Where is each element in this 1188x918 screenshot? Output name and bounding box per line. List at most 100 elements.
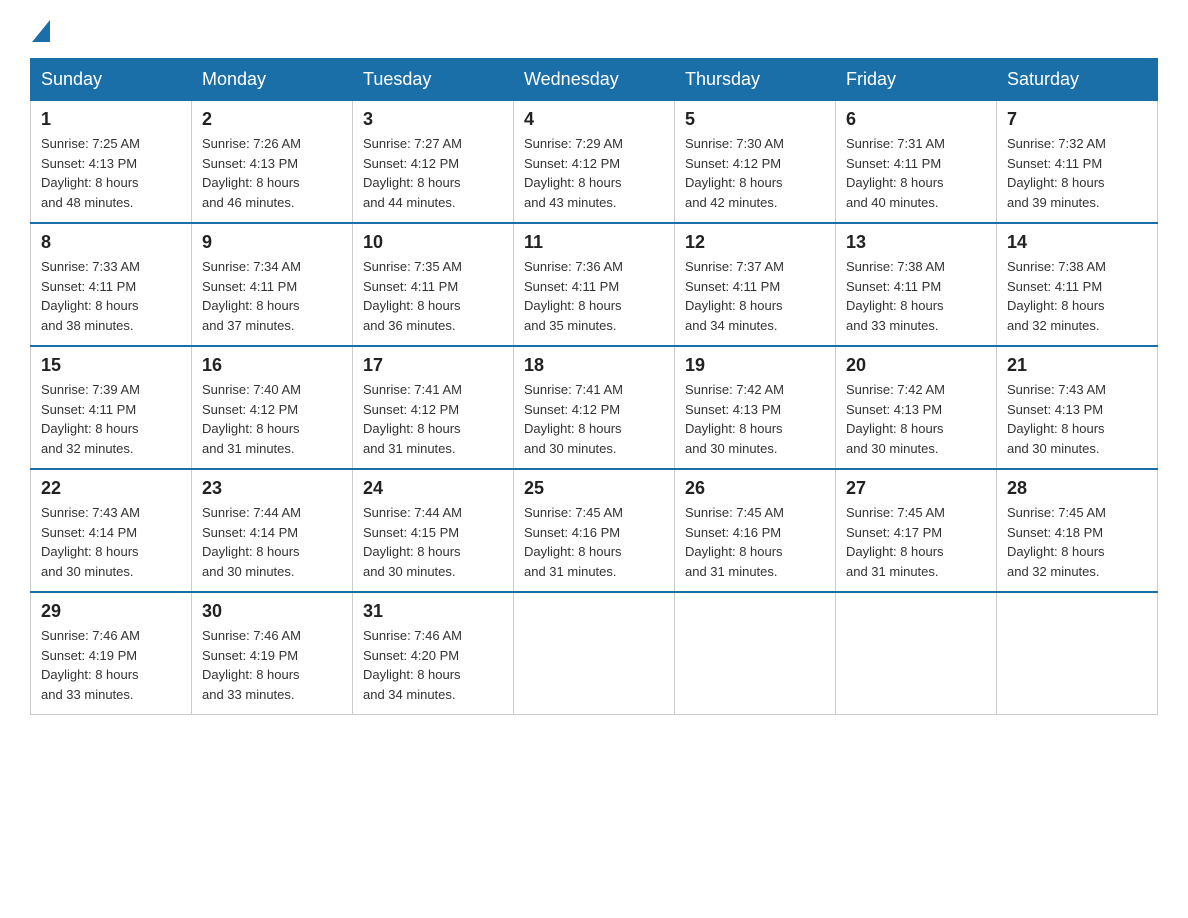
day-number: 9: [202, 232, 342, 253]
day-info: Sunrise: 7:46 AM Sunset: 4:19 PM Dayligh…: [41, 626, 181, 704]
logo-triangle-icon: [32, 20, 50, 42]
day-number: 15: [41, 355, 181, 376]
day-number: 18: [524, 355, 664, 376]
day-info: Sunrise: 7:31 AM Sunset: 4:11 PM Dayligh…: [846, 134, 986, 212]
calendar-day-cell: 8 Sunrise: 7:33 AM Sunset: 4:11 PM Dayli…: [31, 223, 192, 346]
day-number: 16: [202, 355, 342, 376]
weekday-header-tuesday: Tuesday: [353, 59, 514, 101]
weekday-header-thursday: Thursday: [675, 59, 836, 101]
day-number: 14: [1007, 232, 1147, 253]
day-info: Sunrise: 7:38 AM Sunset: 4:11 PM Dayligh…: [846, 257, 986, 335]
calendar-day-cell: 4 Sunrise: 7:29 AM Sunset: 4:12 PM Dayli…: [514, 101, 675, 224]
calendar-day-cell: 19 Sunrise: 7:42 AM Sunset: 4:13 PM Dayl…: [675, 346, 836, 469]
day-number: 12: [685, 232, 825, 253]
day-number: 2: [202, 109, 342, 130]
calendar-week-row: 8 Sunrise: 7:33 AM Sunset: 4:11 PM Dayli…: [31, 223, 1158, 346]
calendar-day-cell: 1 Sunrise: 7:25 AM Sunset: 4:13 PM Dayli…: [31, 101, 192, 224]
calendar-day-cell: 13 Sunrise: 7:38 AM Sunset: 4:11 PM Dayl…: [836, 223, 997, 346]
calendar-week-row: 29 Sunrise: 7:46 AM Sunset: 4:19 PM Dayl…: [31, 592, 1158, 715]
day-number: 6: [846, 109, 986, 130]
day-number: 30: [202, 601, 342, 622]
day-info: Sunrise: 7:43 AM Sunset: 4:13 PM Dayligh…: [1007, 380, 1147, 458]
day-number: 22: [41, 478, 181, 499]
day-info: Sunrise: 7:25 AM Sunset: 4:13 PM Dayligh…: [41, 134, 181, 212]
day-info: Sunrise: 7:32 AM Sunset: 4:11 PM Dayligh…: [1007, 134, 1147, 212]
calendar-day-cell: 18 Sunrise: 7:41 AM Sunset: 4:12 PM Dayl…: [514, 346, 675, 469]
day-number: 29: [41, 601, 181, 622]
day-number: 3: [363, 109, 503, 130]
calendar-day-cell: 2 Sunrise: 7:26 AM Sunset: 4:13 PM Dayli…: [192, 101, 353, 224]
day-info: Sunrise: 7:45 AM Sunset: 4:17 PM Dayligh…: [846, 503, 986, 581]
calendar-table: SundayMondayTuesdayWednesdayThursdayFrid…: [30, 58, 1158, 715]
calendar-day-cell: 11 Sunrise: 7:36 AM Sunset: 4:11 PM Dayl…: [514, 223, 675, 346]
calendar-day-cell: 27 Sunrise: 7:45 AM Sunset: 4:17 PM Dayl…: [836, 469, 997, 592]
calendar-day-cell: 24 Sunrise: 7:44 AM Sunset: 4:15 PM Dayl…: [353, 469, 514, 592]
day-number: 28: [1007, 478, 1147, 499]
day-info: Sunrise: 7:40 AM Sunset: 4:12 PM Dayligh…: [202, 380, 342, 458]
day-number: 4: [524, 109, 664, 130]
day-info: Sunrise: 7:39 AM Sunset: 4:11 PM Dayligh…: [41, 380, 181, 458]
calendar-day-cell: 16 Sunrise: 7:40 AM Sunset: 4:12 PM Dayl…: [192, 346, 353, 469]
calendar-day-cell: 25 Sunrise: 7:45 AM Sunset: 4:16 PM Dayl…: [514, 469, 675, 592]
calendar-day-cell: 23 Sunrise: 7:44 AM Sunset: 4:14 PM Dayl…: [192, 469, 353, 592]
day-info: Sunrise: 7:46 AM Sunset: 4:20 PM Dayligh…: [363, 626, 503, 704]
weekday-header-row: SundayMondayTuesdayWednesdayThursdayFrid…: [31, 59, 1158, 101]
calendar-day-cell: 5 Sunrise: 7:30 AM Sunset: 4:12 PM Dayli…: [675, 101, 836, 224]
day-number: 27: [846, 478, 986, 499]
day-info: Sunrise: 7:30 AM Sunset: 4:12 PM Dayligh…: [685, 134, 825, 212]
day-info: Sunrise: 7:26 AM Sunset: 4:13 PM Dayligh…: [202, 134, 342, 212]
calendar-day-cell: 12 Sunrise: 7:37 AM Sunset: 4:11 PM Dayl…: [675, 223, 836, 346]
day-info: Sunrise: 7:34 AM Sunset: 4:11 PM Dayligh…: [202, 257, 342, 335]
weekday-header-friday: Friday: [836, 59, 997, 101]
calendar-day-cell: [836, 592, 997, 715]
day-number: 17: [363, 355, 503, 376]
calendar-day-cell: 15 Sunrise: 7:39 AM Sunset: 4:11 PM Dayl…: [31, 346, 192, 469]
day-number: 7: [1007, 109, 1147, 130]
calendar-day-cell: 26 Sunrise: 7:45 AM Sunset: 4:16 PM Dayl…: [675, 469, 836, 592]
day-info: Sunrise: 7:36 AM Sunset: 4:11 PM Dayligh…: [524, 257, 664, 335]
day-info: Sunrise: 7:44 AM Sunset: 4:14 PM Dayligh…: [202, 503, 342, 581]
day-number: 1: [41, 109, 181, 130]
day-number: 19: [685, 355, 825, 376]
day-info: Sunrise: 7:41 AM Sunset: 4:12 PM Dayligh…: [524, 380, 664, 458]
calendar-day-cell: 14 Sunrise: 7:38 AM Sunset: 4:11 PM Dayl…: [997, 223, 1158, 346]
weekday-header-saturday: Saturday: [997, 59, 1158, 101]
weekday-header-monday: Monday: [192, 59, 353, 101]
day-number: 24: [363, 478, 503, 499]
day-number: 5: [685, 109, 825, 130]
calendar-day-cell: 31 Sunrise: 7:46 AM Sunset: 4:20 PM Dayl…: [353, 592, 514, 715]
weekday-header-wednesday: Wednesday: [514, 59, 675, 101]
calendar-day-cell: [514, 592, 675, 715]
day-number: 8: [41, 232, 181, 253]
day-info: Sunrise: 7:43 AM Sunset: 4:14 PM Dayligh…: [41, 503, 181, 581]
day-info: Sunrise: 7:29 AM Sunset: 4:12 PM Dayligh…: [524, 134, 664, 212]
calendar-day-cell: 20 Sunrise: 7:42 AM Sunset: 4:13 PM Dayl…: [836, 346, 997, 469]
day-info: Sunrise: 7:42 AM Sunset: 4:13 PM Dayligh…: [685, 380, 825, 458]
day-number: 21: [1007, 355, 1147, 376]
day-number: 31: [363, 601, 503, 622]
day-info: Sunrise: 7:27 AM Sunset: 4:12 PM Dayligh…: [363, 134, 503, 212]
calendar-day-cell: 10 Sunrise: 7:35 AM Sunset: 4:11 PM Dayl…: [353, 223, 514, 346]
day-info: Sunrise: 7:46 AM Sunset: 4:19 PM Dayligh…: [202, 626, 342, 704]
day-number: 26: [685, 478, 825, 499]
weekday-header-sunday: Sunday: [31, 59, 192, 101]
calendar-day-cell: [997, 592, 1158, 715]
calendar-day-cell: 3 Sunrise: 7:27 AM Sunset: 4:12 PM Dayli…: [353, 101, 514, 224]
day-info: Sunrise: 7:33 AM Sunset: 4:11 PM Dayligh…: [41, 257, 181, 335]
calendar-week-row: 15 Sunrise: 7:39 AM Sunset: 4:11 PM Dayl…: [31, 346, 1158, 469]
calendar-day-cell: 17 Sunrise: 7:41 AM Sunset: 4:12 PM Dayl…: [353, 346, 514, 469]
day-info: Sunrise: 7:45 AM Sunset: 4:16 PM Dayligh…: [524, 503, 664, 581]
day-number: 10: [363, 232, 503, 253]
logo: [30, 20, 50, 38]
day-info: Sunrise: 7:35 AM Sunset: 4:11 PM Dayligh…: [363, 257, 503, 335]
calendar-week-row: 22 Sunrise: 7:43 AM Sunset: 4:14 PM Dayl…: [31, 469, 1158, 592]
calendar-day-cell: 9 Sunrise: 7:34 AM Sunset: 4:11 PM Dayli…: [192, 223, 353, 346]
day-info: Sunrise: 7:45 AM Sunset: 4:18 PM Dayligh…: [1007, 503, 1147, 581]
calendar-day-cell: 29 Sunrise: 7:46 AM Sunset: 4:19 PM Dayl…: [31, 592, 192, 715]
day-info: Sunrise: 7:44 AM Sunset: 4:15 PM Dayligh…: [363, 503, 503, 581]
calendar-day-cell: 21 Sunrise: 7:43 AM Sunset: 4:13 PM Dayl…: [997, 346, 1158, 469]
day-number: 20: [846, 355, 986, 376]
day-info: Sunrise: 7:42 AM Sunset: 4:13 PM Dayligh…: [846, 380, 986, 458]
calendar-week-row: 1 Sunrise: 7:25 AM Sunset: 4:13 PM Dayli…: [31, 101, 1158, 224]
calendar-day-cell: [675, 592, 836, 715]
